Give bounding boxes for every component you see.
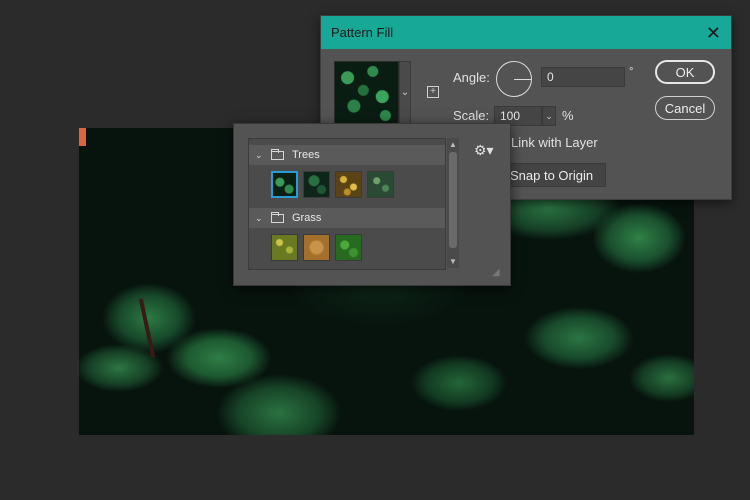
pattern-preview-swatch[interactable] [334,61,399,126]
pattern-picker-popup: ⌄ Trees ⌄ Grass ▲ ▼ ⚙▾ ◢ [233,123,511,286]
pattern-list-scrollbar[interactable]: ▲ ▼ [447,138,459,268]
scale-label: Scale: [453,108,490,123]
pattern-tile-trees-1[interactable] [271,171,298,198]
angle-label: Angle: [453,70,490,85]
pattern-tile-grass-3[interactable] [335,234,362,261]
group-header-grass[interactable]: ⌄ Grass [249,208,445,228]
dialog-title: Pattern Fill [331,25,394,40]
folder-icon [271,211,284,223]
gear-icon[interactable]: ⚙▾ [474,142,494,159]
scroll-down-icon[interactable]: ▼ [447,257,459,266]
pattern-tile-trees-4[interactable] [367,171,394,198]
dialog-titlebar[interactable]: Pattern Fill ✕ [321,16,731,49]
cancel-button[interactable]: Cancel [655,96,715,120]
group-name: Trees [292,149,320,161]
close-icon[interactable]: ✕ [706,24,721,42]
pattern-tile-trees-3[interactable] [335,171,362,198]
percent-unit: % [562,108,574,123]
pattern-list: ⌄ Trees ⌄ Grass [248,138,446,270]
new-preset-icon[interactable]: + [427,86,439,98]
pattern-tile-grass-1[interactable] [271,234,298,261]
degree-unit: ° [629,66,634,78]
chevron-down-icon[interactable]: ⌄ [399,61,411,124]
scrollbar-thumb[interactable] [449,152,457,248]
link-with-layer-checkbox-label[interactable]: Link with Layer [511,135,598,150]
pattern-tile-trees-2[interactable] [303,171,330,198]
chevron-down-icon[interactable]: ⌄ [255,150,267,161]
canvas-edge-marker [79,128,86,146]
angle-input[interactable]: 0 [541,67,625,87]
scroll-up-icon[interactable]: ▲ [447,140,459,149]
folder-icon [271,148,284,160]
pattern-tile-grass-2[interactable] [303,234,330,261]
group-name: Grass [292,212,322,224]
group-header-trees[interactable]: ⌄ Trees [249,145,445,165]
scale-dropdown-chevron-icon[interactable]: ⌄ [542,106,556,126]
ok-button[interactable]: OK [655,60,715,84]
snap-to-origin-button[interactable]: Snap to Origin [503,163,606,187]
chevron-down-icon[interactable]: ⌄ [255,213,267,224]
angle-dial[interactable] [496,61,532,97]
resize-grip-icon[interactable]: ◢ [492,267,500,278]
leaf-stem [138,298,156,358]
